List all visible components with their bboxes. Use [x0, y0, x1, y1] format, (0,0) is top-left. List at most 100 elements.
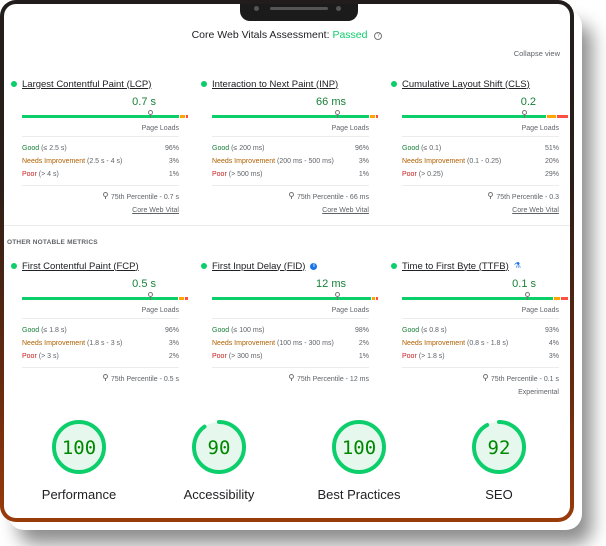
page-loads-label: Page Loads — [402, 125, 559, 137]
percentile-text: 75th Percentile - 0.7 s — [110, 194, 179, 201]
poor-range: (> 300 ms) — [228, 353, 263, 360]
core-web-vital-link[interactable]: Core Web Vital — [512, 207, 559, 214]
good-range: (≤ 0.1) — [421, 145, 442, 152]
ni-pct: 2% — [358, 340, 369, 347]
poor-label: Poor — [212, 171, 227, 178]
good-row: Good (≤ 1.8 s) 96% — [22, 324, 179, 337]
ni-range: (1.8 s - 3 s) — [86, 340, 123, 347]
ni-label: Needs Improvement — [22, 158, 86, 165]
metric-title-link[interactable]: Largest Contentful Paint (LCP) — [22, 79, 151, 90]
poor-row: Poor (> 500 ms) 1% — [212, 168, 369, 181]
device-notch — [240, 4, 358, 21]
distribution-bar — [22, 292, 188, 300]
distribution-rows: Good (≤ 1.8 s) 96% Needs Improvement (1.… — [22, 319, 179, 368]
assessment-header: Core Web Vitals Assessment: Passed ? — [4, 29, 570, 41]
poor-label: Poor — [402, 353, 417, 360]
score-label: SEO — [485, 487, 513, 502]
good-label: Good — [212, 327, 230, 334]
poor-range: (> 0.25) — [418, 171, 444, 178]
metric-value: 0.5 s — [132, 278, 156, 290]
poor-row: Poor (> 3 s) 2% — [22, 350, 179, 363]
score-ring: 90 — [192, 420, 246, 474]
sensor-dot — [336, 6, 341, 11]
good-pct: 96% — [354, 145, 369, 152]
metric-title-row: Largest Contentful Paint (LCP) — [11, 77, 179, 91]
poor-pct: 1% — [358, 353, 369, 360]
good-range: (≤ 0.8 s) — [421, 327, 447, 334]
ni-range: (0.8 s - 1.8 s) — [466, 340, 509, 347]
good-row: Good (≤ 200 ms) 96% — [212, 142, 369, 155]
distribution-ni-segment — [547, 115, 556, 118]
good-label: Good — [402, 145, 420, 152]
question-circle-icon[interactable]: ? — [374, 32, 383, 40]
info-icon[interactable]: i — [310, 262, 318, 270]
footer-row: Core Web Vital — [402, 207, 559, 214]
distribution-poor-segment — [556, 115, 568, 118]
distribution-bar — [402, 292, 568, 300]
core-web-vital-link[interactable]: Core Web Vital — [322, 207, 369, 214]
screen: Core Web Vitals Assessment: Passed ? Col… — [4, 4, 570, 518]
percentile-text: 75th Percentile - 0.5 s — [110, 376, 179, 383]
metric-value: 66 ms — [316, 96, 346, 108]
metric-title-link[interactable]: Interaction to Next Paint (INP) — [212, 79, 338, 90]
score-gauge[interactable]: 100 Best Practices — [299, 416, 419, 502]
score-label: Best Practices — [317, 487, 401, 502]
section-divider — [4, 225, 570, 226]
collapse-view-button[interactable]: Collapse view — [514, 49, 560, 58]
poor-label: Poor — [22, 171, 37, 178]
metric-title-link[interactable]: Cumulative Layout Shift (CLS) — [402, 79, 530, 90]
good-row: Good (≤ 100 ms) 98% — [212, 324, 369, 337]
flask-icon[interactable]: ⚗ — [514, 262, 521, 270]
distribution-poor-segment — [376, 115, 378, 118]
good-label: Good — [22, 327, 40, 334]
poor-row: Poor (> 0.25) 29% — [402, 168, 559, 181]
metric-title-row: Time to First Byte (TTFB) ⚗ — [391, 259, 559, 273]
good-pct: 93% — [544, 327, 559, 334]
metric-value: 0.2 — [520, 96, 536, 108]
poor-label: Poor — [402, 171, 417, 178]
needs-improvement-row: Needs Improvement (1.8 s - 3 s) 3% — [22, 337, 179, 350]
status-dot-icon — [201, 263, 207, 269]
metric-card: First Input Delay (FID) i 12 ms Page Loa… — [201, 259, 378, 383]
ni-pct: 4% — [548, 340, 559, 347]
metric-title-link[interactable]: Time to First Byte (TTFB) — [402, 261, 509, 272]
ni-range: (0.1 - 0.25) — [466, 158, 502, 165]
status-dot-icon — [11, 263, 17, 269]
distribution-rows: Good (≤ 200 ms) 96% Needs Improvement (2… — [212, 137, 369, 186]
percentile-text: 75th Percentile - 66 ms — [297, 194, 369, 201]
device-frame: Core Web Vitals Assessment: Passed ? Col… — [0, 0, 574, 522]
metric-card: First Contentful Paint (FCP) 0.5 s Page … — [11, 259, 188, 383]
score-value: 92 — [488, 437, 511, 459]
core-web-vital-link[interactable]: Core Web Vital — [132, 207, 179, 214]
score-gauge[interactable]: 90 Accessibility — [159, 416, 279, 502]
distribution-bar — [212, 292, 378, 300]
score-gauge[interactable]: 92 SEO — [439, 416, 559, 502]
percentile-row: 75th Percentile - 12 ms — [212, 374, 369, 383]
poor-pct: 1% — [168, 171, 179, 178]
distribution-bar — [212, 110, 378, 118]
needs-improvement-row: Needs Improvement (0.8 s - 1.8 s) 4% — [402, 337, 559, 350]
score-value: 100 — [342, 437, 376, 459]
distribution-ni-segment — [180, 115, 186, 118]
percentile-row: 75th Percentile - 0.3 — [402, 192, 559, 201]
percentile-row: 75th Percentile - 0.5 s — [22, 374, 179, 383]
score-gauge[interactable]: 100 Performance — [19, 416, 139, 502]
score-ring: 92 — [472, 420, 526, 474]
ni-range: (100 ms - 300 ms) — [276, 340, 334, 347]
page-loads-label: Page Loads — [22, 125, 179, 137]
metric-title-link[interactable]: First Input Delay (FID) — [212, 261, 305, 272]
good-label: Good — [402, 327, 420, 334]
poor-label: Poor — [212, 353, 227, 360]
good-range: (≤ 2.5 s) — [41, 145, 67, 152]
ni-pct: 3% — [168, 158, 179, 165]
metric-card: Interaction to Next Paint (INP) 66 ms Pa… — [201, 77, 378, 214]
poor-range: (> 1.8 s) — [418, 353, 445, 360]
ni-range: (200 ms - 500 ms) — [276, 158, 334, 165]
distribution-good-segment — [402, 297, 553, 300]
poor-pct: 29% — [544, 171, 559, 178]
poor-row: Poor (> 4 s) 1% — [22, 168, 179, 181]
good-pct: 98% — [354, 327, 369, 334]
good-pct: 96% — [164, 145, 179, 152]
metric-title-link[interactable]: First Contentful Paint (FCP) — [22, 261, 139, 272]
ni-range: (2.5 s - 4 s) — [86, 158, 123, 165]
